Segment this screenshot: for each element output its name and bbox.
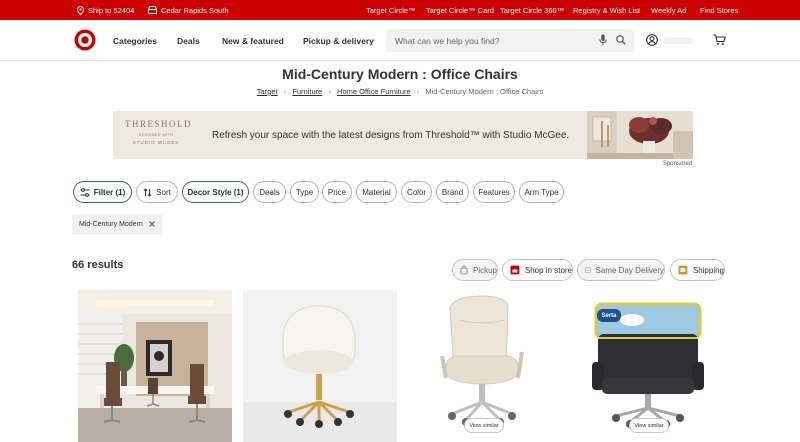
shop-in-store-toggle[interactable]: Shop in store <box>502 259 573 281</box>
target-bullseye-logo[interactable] <box>74 29 96 51</box>
registry-link[interactable]: Registry & Wish List <box>573 0 640 20</box>
search-bar <box>386 29 634 52</box>
delivery-icon <box>585 267 591 273</box>
breadcrumb-current: Mid-Century Modern : Office Chairs <box>425 87 544 96</box>
chip-type[interactable]: Type <box>290 181 319 203</box>
target-circle-360-link[interactable]: Target Circle 360™ <box>500 0 564 20</box>
breadcrumb-target[interactable]: Target <box>257 87 278 96</box>
chip-decor-style[interactable]: Decor Style (1) <box>182 181 249 203</box>
ship-to-label: Ship to 52404 <box>88 5 135 15</box>
applied-filter-chip[interactable]: Mid-Century Modern <box>72 214 162 235</box>
shipping-box-icon <box>678 265 688 275</box>
sort-label: Sort <box>156 187 171 197</box>
location-pin-icon <box>77 5 84 15</box>
cart-icon[interactable] <box>713 34 726 46</box>
site-header: Categories Deals New & featured Pickup &… <box>0 20 800 61</box>
shipping-label: Shipping <box>692 265 724 275</box>
store-icon <box>510 265 520 275</box>
nav-new-featured[interactable]: New & featured <box>222 20 284 61</box>
results-count: 66 results <box>72 259 124 271</box>
store-label: Cedar Rapids South <box>161 5 229 15</box>
chip-material[interactable]: Material <box>356 181 397 203</box>
chip-brand[interactable]: Brand <box>436 181 469 203</box>
sort-button[interactable]: Sort <box>136 181 178 203</box>
banner-headline: Refresh your space with the latest desig… <box>212 129 570 141</box>
search-icon[interactable] <box>616 35 626 45</box>
filter-sliders-icon <box>80 187 90 197</box>
pickup-bag-icon <box>460 265 468 275</box>
target-circle-link[interactable]: Target Circle™ <box>366 0 416 20</box>
page-title: Mid-Century Modern : Office Chairs <box>282 66 518 82</box>
threshold-studio-mcgee-logo: THRESHOLD DESIGNED WITH STUDIO MCGEE <box>125 119 192 145</box>
breadcrumb-furniture[interactable]: Furniture <box>292 87 322 96</box>
pickup-toggle[interactable]: Pickup <box>452 259 498 281</box>
same-day-delivery-label: Same Day Delivery <box>595 265 664 275</box>
sponsored-label: Sponsored <box>662 161 692 167</box>
applied-filter-label: Mid-Century Modern <box>79 221 143 228</box>
chip-features[interactable]: Features <box>473 181 515 203</box>
find-stores-link[interactable]: Find Stores <box>700 0 738 20</box>
breadcrumb: Target › Furniture › Home Office Furnitu… <box>0 87 800 96</box>
store-icon <box>148 6 157 14</box>
chip-deals[interactable]: Deals <box>253 181 286 203</box>
close-icon[interactable] <box>148 220 156 228</box>
nav-deals[interactable]: Deals <box>177 20 200 61</box>
product-image-white-swivel-chair[interactable] <box>243 290 397 442</box>
shop-in-store-label: Shop in store <box>524 265 572 275</box>
chip-arm-type[interactable]: Arm Type <box>519 181 564 203</box>
breadcrumb-home-office-furniture[interactable]: Home Office Furniture <box>337 87 411 96</box>
sort-arrows-icon <box>143 187 152 197</box>
store-link[interactable]: Cedar Rapids South <box>148 0 229 20</box>
same-day-delivery-toggle[interactable]: Same Day Delivery <box>577 259 665 281</box>
chevron-right-icon: › <box>416 87 420 96</box>
microphone-icon[interactable] <box>599 34 607 46</box>
sponsored-banner[interactable]: THRESHOLD DESIGNED WITH STUDIO MCGEE Ref… <box>113 111 693 159</box>
pickup-label: Pickup <box>472 265 497 275</box>
nav-pickup-delivery[interactable]: Pickup & delivery <box>303 20 374 61</box>
chevron-right-icon: › <box>283 87 287 96</box>
view-similar-button[interactable]: View similar <box>629 418 669 433</box>
serta-brand-label: Serta <box>597 309 621 322</box>
account-name-placeholder[interactable] <box>663 37 693 44</box>
view-similar-button[interactable]: View similar <box>464 418 504 433</box>
product-image-office-scene[interactable] <box>78 290 232 442</box>
chip-color[interactable]: Color <box>401 181 432 203</box>
nav-categories[interactable]: Categories <box>113 20 157 61</box>
weekly-ad-link[interactable]: Weekly Ad <box>651 0 686 20</box>
filter-label: Filter (1) <box>93 187 126 197</box>
search-input[interactable] <box>395 29 590 52</box>
banner-lifestyle-image <box>587 111 693 159</box>
chevron-right-icon: › <box>328 87 331 96</box>
chip-price[interactable]: Price <box>322 181 352 203</box>
filter-button[interactable]: Filter (1) <box>73 181 132 203</box>
ship-to-link[interactable]: Ship to 52404 <box>77 0 134 20</box>
account-icon[interactable] <box>646 34 658 46</box>
shipping-toggle[interactable]: Shipping <box>670 259 725 281</box>
utility-bar: Ship to 52404 Cedar Rapids South Target … <box>0 0 800 20</box>
target-circle-card-link[interactable]: Target Circle™ Card <box>426 0 494 20</box>
